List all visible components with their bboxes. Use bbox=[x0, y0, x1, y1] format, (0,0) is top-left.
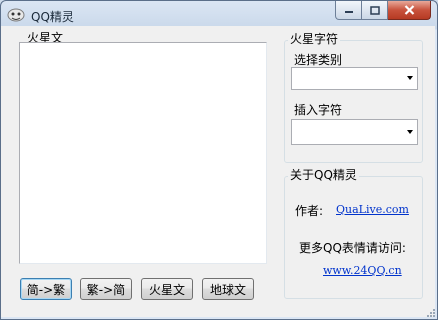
author-label: 作者: bbox=[295, 204, 324, 218]
site-link[interactable]: www.24QQ.cn bbox=[323, 264, 402, 277]
app-icon bbox=[7, 8, 25, 22]
insert-char-select[interactable] bbox=[291, 119, 418, 145]
trad-to-simp-button[interactable]: 繁->简 bbox=[80, 278, 132, 300]
window-controls bbox=[335, 1, 431, 20]
window-title: QQ精灵 bbox=[31, 10, 74, 24]
maximize-icon bbox=[369, 5, 380, 15]
more-emoticons-text: 更多QQ表情请访问: bbox=[299, 241, 406, 255]
resize-grip-icon[interactable] bbox=[425, 307, 436, 318]
to-martian-label: 火星文 bbox=[148, 282, 185, 297]
chevron-down-icon bbox=[407, 76, 413, 80]
trad-to-simp-label: 繁->简 bbox=[86, 282, 126, 297]
category-label: 选择类别 bbox=[294, 53, 343, 67]
to-martian-button[interactable]: 火星文 bbox=[141, 278, 193, 300]
minimize-button[interactable] bbox=[335, 1, 362, 20]
about-group-label: 关于QQ精灵 bbox=[288, 168, 359, 182]
category-select[interactable] bbox=[291, 67, 418, 90]
insert-char-group-label: 火星字符 bbox=[288, 32, 341, 46]
simp-to-trad-label: 简->繁 bbox=[26, 282, 66, 297]
author-link[interactable]: QuaLive.com bbox=[336, 203, 409, 216]
insert-char-label: 插入字符 bbox=[294, 103, 343, 117]
to-earth-button[interactable]: 地球文 bbox=[202, 278, 254, 300]
chevron-down-icon bbox=[407, 130, 413, 134]
about-group: 关于QQ精灵 bbox=[284, 168, 423, 299]
martian-text-area[interactable] bbox=[19, 42, 267, 264]
maximize-button[interactable] bbox=[362, 1, 388, 20]
close-button[interactable] bbox=[388, 1, 431, 20]
minimize-icon bbox=[344, 11, 353, 13]
to-earth-label: 地球文 bbox=[209, 282, 246, 297]
simp-to-trad-button[interactable]: 简->繁 bbox=[20, 278, 72, 300]
close-icon bbox=[404, 5, 414, 15]
